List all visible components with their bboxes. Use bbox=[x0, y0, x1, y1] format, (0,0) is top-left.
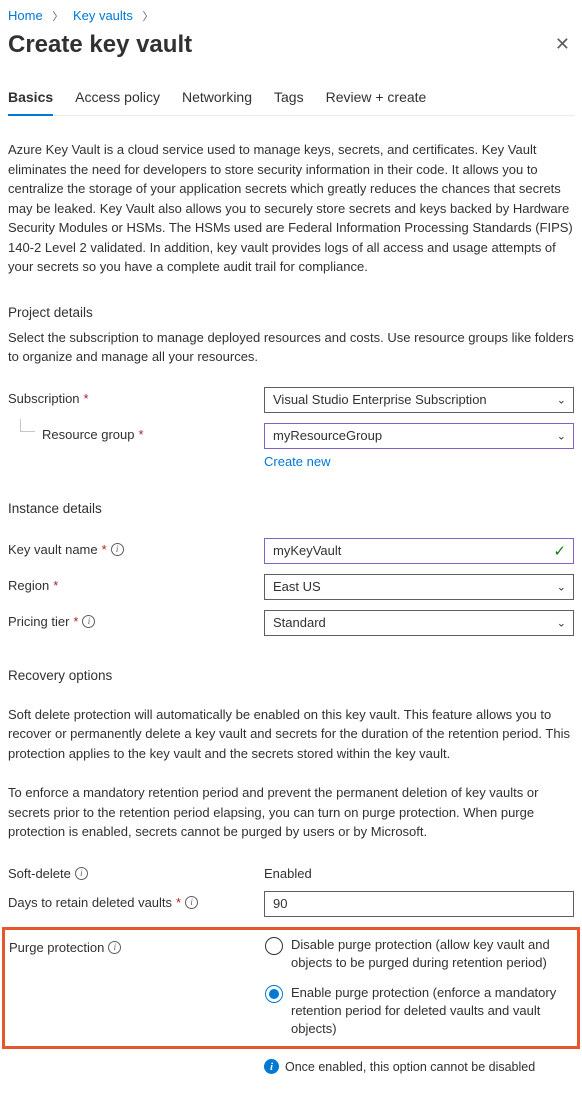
required-asterisk: * bbox=[102, 542, 107, 557]
required-asterisk: * bbox=[84, 391, 89, 406]
purge-enable-option[interactable]: Enable purge protection (enforce a manda… bbox=[265, 984, 573, 1039]
days-retain-label: Days to retain deleted vaults bbox=[8, 895, 172, 910]
chevron-right-icon: 〉 bbox=[46, 11, 69, 23]
region-label: Region bbox=[8, 578, 49, 593]
keyvault-name-label: Key vault name bbox=[8, 542, 98, 557]
info-filled-icon: i bbox=[264, 1059, 279, 1074]
intro-text: Azure Key Vault is a cloud service used … bbox=[8, 140, 574, 277]
pricing-tier-select[interactable] bbox=[264, 610, 574, 636]
required-asterisk: * bbox=[139, 427, 144, 442]
recovery-desc-1: Soft delete protection will automaticall… bbox=[8, 705, 574, 764]
recovery-options-heading: Recovery options bbox=[8, 668, 574, 683]
purge-note: Once enabled, this option cannot be disa… bbox=[285, 1060, 535, 1074]
keyvault-name-input[interactable] bbox=[264, 538, 574, 564]
breadcrumb-keyvaults[interactable]: Key vaults bbox=[73, 8, 133, 23]
create-new-link[interactable]: Create new bbox=[264, 454, 330, 469]
tab-networking[interactable]: Networking bbox=[182, 83, 252, 115]
breadcrumb: Home 〉 Key vaults 〉 bbox=[8, 8, 574, 30]
info-icon[interactable]: i bbox=[82, 615, 95, 628]
purge-enable-label: Enable purge protection (enforce a manda… bbox=[291, 984, 573, 1039]
tab-basics[interactable]: Basics bbox=[8, 83, 53, 115]
radio-checked-icon bbox=[265, 985, 283, 1003]
subscription-select[interactable] bbox=[264, 387, 574, 413]
region-select[interactable] bbox=[264, 574, 574, 600]
project-details-heading: Project details bbox=[8, 305, 574, 320]
close-icon[interactable]: ✕ bbox=[551, 30, 574, 59]
purge-protection-highlight: Purge protection i Disable purge protect… bbox=[2, 927, 580, 1050]
info-icon[interactable]: i bbox=[75, 867, 88, 880]
recovery-desc-2: To enforce a mandatory retention period … bbox=[8, 783, 574, 842]
purge-protection-label: Purge protection bbox=[9, 940, 104, 955]
days-retain-input[interactable] bbox=[264, 891, 574, 917]
info-icon[interactable]: i bbox=[185, 896, 198, 909]
purge-disable-option[interactable]: Disable purge protection (allow key vaul… bbox=[265, 936, 573, 972]
purge-protection-radio-group: Disable purge protection (allow key vaul… bbox=[265, 936, 573, 1039]
instance-details-heading: Instance details bbox=[8, 501, 574, 516]
tabs: Basics Access policy Networking Tags Rev… bbox=[8, 83, 574, 116]
project-details-desc: Select the subscription to manage deploy… bbox=[8, 328, 574, 367]
required-asterisk: * bbox=[53, 578, 58, 593]
resource-group-select[interactable] bbox=[264, 423, 574, 449]
info-icon[interactable]: i bbox=[111, 543, 124, 556]
resource-group-label: Resource group bbox=[42, 427, 135, 442]
chevron-right-icon: 〉 bbox=[137, 11, 160, 23]
required-asterisk: * bbox=[73, 614, 78, 629]
tab-review-create[interactable]: Review + create bbox=[326, 83, 427, 115]
info-icon[interactable]: i bbox=[108, 941, 121, 954]
purge-disable-label: Disable purge protection (allow key vaul… bbox=[291, 936, 573, 972]
pricing-tier-label: Pricing tier bbox=[8, 614, 69, 629]
soft-delete-value: Enabled bbox=[264, 862, 574, 881]
tab-access-policy[interactable]: Access policy bbox=[75, 83, 160, 115]
subscription-label: Subscription bbox=[8, 391, 80, 406]
breadcrumb-home[interactable]: Home bbox=[8, 8, 43, 23]
tab-tags[interactable]: Tags bbox=[274, 83, 304, 115]
required-asterisk: * bbox=[176, 895, 181, 910]
page-title: Create key vault bbox=[8, 31, 192, 59]
soft-delete-label: Soft-delete bbox=[8, 866, 71, 881]
